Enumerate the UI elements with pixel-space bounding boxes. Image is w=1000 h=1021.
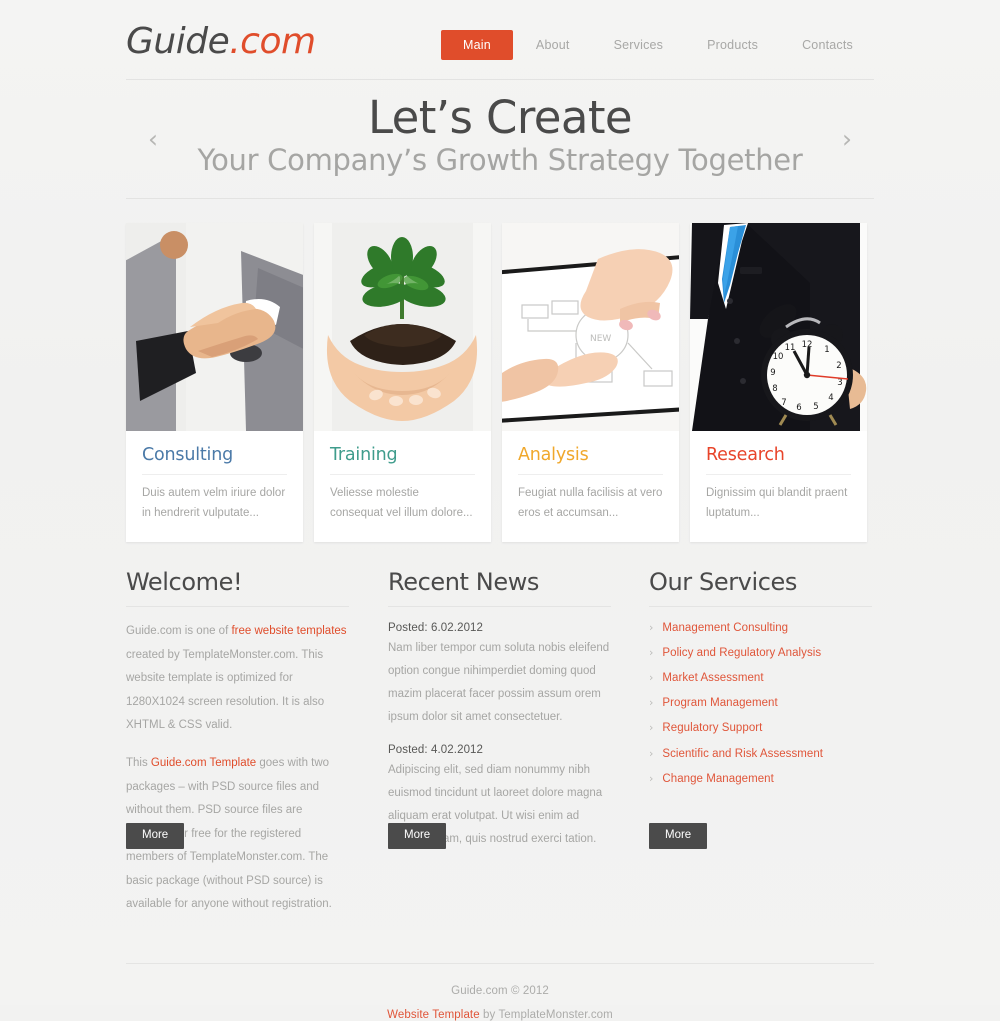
svg-text:4: 4 bbox=[828, 393, 833, 403]
news-date-1: Posted: 6.02.2012 bbox=[388, 622, 484, 635]
svg-text:10: 10 bbox=[773, 352, 784, 362]
more-button-news[interactable]: More bbox=[388, 822, 447, 850]
nav-item-services[interactable]: Services bbox=[593, 30, 685, 60]
chevron-right-icon: › bbox=[649, 671, 654, 685]
chevron-right-icon: › bbox=[649, 721, 654, 735]
card-title-research: Research bbox=[706, 445, 851, 475]
website-template-link[interactable]: Website Template bbox=[387, 1009, 480, 1021]
recent-news-column: Recent News Posted: 6.02.2012 Nam liber … bbox=[388, 568, 611, 917]
feature-cards: Consulting Duis autem velm iriure dolor … bbox=[126, 199, 874, 542]
content-container: Guide.com Main About Services Products C… bbox=[126, 0, 874, 1021]
svg-text:3: 3 bbox=[837, 378, 842, 388]
hands-on-documents-photo: NEW bbox=[502, 223, 679, 431]
welcome-p1-after: created by TemplateMonster.com. This web… bbox=[126, 648, 325, 732]
site-header: Guide.com Main About Services Products C… bbox=[126, 0, 874, 80]
svg-text:NEW: NEW bbox=[590, 334, 611, 344]
main-navigation: Main About Services Products Contacts bbox=[441, 24, 874, 60]
businessman-with-clock-photo: 12 1 23 45 67 89 10 11 bbox=[690, 223, 867, 431]
card-text-research: Dignissim qui blandit praent luptatum... bbox=[706, 487, 848, 519]
card-title-consulting: Consulting bbox=[142, 445, 287, 475]
more-button-welcome[interactable]: More bbox=[126, 822, 185, 850]
list-item[interactable]: › Program Management bbox=[649, 691, 872, 716]
handshake-photo bbox=[126, 223, 303, 431]
welcome-heading: Welcome! bbox=[126, 568, 349, 608]
svg-text:8: 8 bbox=[772, 384, 777, 394]
our-services-column: Our Services › Management Consulting › P… bbox=[649, 568, 872, 917]
services-list: › Management Consulting › Policy and Reg… bbox=[649, 615, 872, 791]
svg-text:5: 5 bbox=[813, 402, 818, 412]
welcome-p2-before: This bbox=[126, 756, 151, 769]
list-item[interactable]: › Scientific and Risk Assessment bbox=[649, 741, 872, 766]
logo-tld-text: .com bbox=[229, 20, 316, 62]
nav-item-main[interactable]: Main bbox=[441, 29, 513, 60]
svg-text:1: 1 bbox=[824, 345, 829, 355]
feature-card-research[interactable]: 12 1 23 45 67 89 10 11 Research Dignissi… bbox=[690, 223, 867, 542]
card-text-consulting: Duis autem velm iriure dolor in hendreri… bbox=[142, 487, 286, 519]
card-title-analysis: Analysis bbox=[518, 445, 663, 475]
slider-subtitle: Your Company’s Growth Strategy Together bbox=[197, 142, 803, 177]
site-logo[interactable]: Guide.com bbox=[126, 20, 316, 62]
three-column-section: Welcome! Guide.com is one of free websit… bbox=[126, 542, 874, 917]
chevron-right-icon: › bbox=[649, 771, 654, 785]
site-footer: Guide.com © 2012 Website Template by Tem… bbox=[126, 962, 874, 1021]
list-item[interactable]: › Change Management bbox=[649, 766, 872, 791]
list-item[interactable]: › Regulatory Support bbox=[649, 716, 872, 741]
slider-prev-arrow-icon[interactable]: ‹ bbox=[148, 127, 158, 152]
footer-credit: Website Template by TemplateMonster.com bbox=[126, 1009, 874, 1021]
logo-main-text: Guide bbox=[126, 20, 230, 62]
more-button-services[interactable]: More bbox=[649, 822, 708, 850]
card-title-training: Training bbox=[330, 445, 475, 475]
plant-in-hands-photo bbox=[314, 223, 491, 431]
nav-item-products[interactable]: Products bbox=[686, 30, 779, 60]
card-body: Training Veliesse molestie consequat vel… bbox=[314, 431, 491, 540]
chevron-right-icon: › bbox=[649, 645, 654, 659]
card-text-analysis: Feugiat nulla facilisis at vero eros et … bbox=[518, 487, 663, 519]
footer-credit-rest: by TemplateMonster.com bbox=[479, 1008, 613, 1021]
chevron-right-icon: › bbox=[649, 620, 654, 634]
svg-text:9: 9 bbox=[770, 368, 775, 378]
card-body: Research Dignissim qui blandit praent lu… bbox=[690, 431, 867, 540]
feature-card-consulting[interactable]: Consulting Duis autem velm iriure dolor … bbox=[126, 223, 303, 542]
slider-text-block: Let’s Create Your Company’s Growth Strat… bbox=[197, 90, 803, 178]
welcome-paragraph-1: Guide.com is one of free website templat… bbox=[126, 620, 349, 738]
service-link-program-management[interactable]: Program Management bbox=[662, 697, 777, 709]
card-body: Consulting Duis autem velm iriure dolor … bbox=[126, 431, 303, 540]
svg-text:6: 6 bbox=[796, 403, 801, 413]
news-text-1: Nam liber tempor cum soluta nobis eleife… bbox=[388, 642, 610, 724]
service-link-scientific-and-risk-assessment[interactable]: Scientific and Risk Assessment bbox=[662, 748, 823, 760]
guide-com-template-link[interactable]: Guide.com Template bbox=[151, 757, 256, 769]
nav-item-contacts[interactable]: Contacts bbox=[781, 30, 874, 60]
chevron-right-icon: › bbox=[649, 746, 654, 760]
footer-copyright: Guide.com © 2012 bbox=[451, 984, 549, 997]
svg-text:12: 12 bbox=[802, 340, 813, 350]
slider-title: Let’s Create bbox=[367, 90, 633, 144]
page-root: Guide.com Main About Services Products C… bbox=[0, 0, 1000, 1021]
svg-text:7: 7 bbox=[781, 398, 786, 408]
service-link-management-consulting[interactable]: Management Consulting bbox=[662, 622, 788, 634]
chevron-right-icon: › bbox=[649, 696, 654, 710]
list-item[interactable]: › Market Assessment bbox=[649, 666, 872, 691]
service-link-change-management[interactable]: Change Management bbox=[662, 773, 773, 785]
welcome-column: Welcome! Guide.com is one of free websit… bbox=[126, 568, 349, 917]
card-text-training: Veliesse molestie consequat vel illum do… bbox=[330, 487, 473, 519]
service-link-regulatory-support[interactable]: Regulatory Support bbox=[662, 722, 762, 734]
welcome-p1-before: Guide.com is one of bbox=[126, 625, 232, 638]
hero-slider: ‹ Let’s Create Your Company’s Growth Str… bbox=[126, 80, 874, 199]
nav-item-about[interactable]: About bbox=[515, 30, 591, 60]
list-item[interactable]: › Policy and Regulatory Analysis bbox=[649, 640, 872, 665]
news-date-2: Posted: 4.02.2012 bbox=[388, 744, 484, 757]
service-link-market-assessment[interactable]: Market Assessment bbox=[662, 672, 763, 684]
feature-card-training[interactable]: Training Veliesse molestie consequat vel… bbox=[314, 223, 491, 542]
recent-news-heading: Recent News bbox=[388, 568, 611, 608]
our-services-heading: Our Services bbox=[649, 568, 872, 608]
service-link-policy-and-regulatory-analysis[interactable]: Policy and Regulatory Analysis bbox=[662, 647, 821, 659]
feature-card-analysis[interactable]: NEW Analysis Feugiat nulla facilisis at … bbox=[502, 223, 679, 542]
slider-next-arrow-icon[interactable]: › bbox=[842, 127, 852, 152]
card-body: Analysis Feugiat nulla facilisis at vero… bbox=[502, 431, 679, 540]
svg-text:2: 2 bbox=[836, 361, 841, 371]
free-website-templates-link[interactable]: free website templates bbox=[231, 625, 346, 637]
list-item[interactable]: › Management Consulting bbox=[649, 615, 872, 640]
